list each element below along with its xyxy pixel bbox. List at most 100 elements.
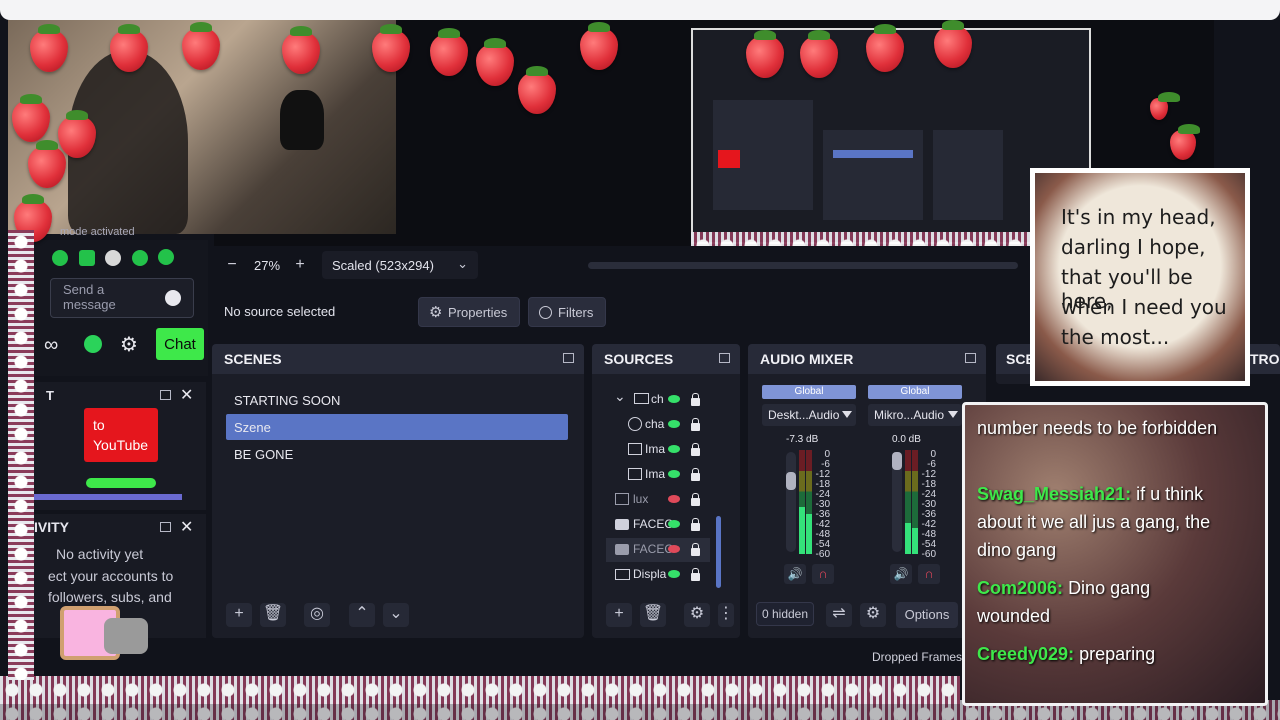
volume-slider[interactable] (892, 452, 902, 552)
scene-item[interactable]: STARTING SOON (226, 387, 568, 413)
lock-icon[interactable] (691, 543, 700, 556)
display-icon (615, 569, 630, 580)
global-badge-label: Global (900, 386, 930, 397)
emote-icon[interactable] (105, 250, 121, 266)
sources-scrollbar[interactable] (716, 516, 721, 588)
popout-icon[interactable] (719, 353, 730, 363)
globe-icon (628, 417, 642, 431)
source-label[interactable]: FACEC (633, 517, 673, 539)
dropdown-arrow-icon (842, 411, 852, 418)
volume-slider[interactable] (786, 452, 796, 552)
remove-scene-button[interactable]: 🗑 (260, 603, 286, 627)
activity-hint-line: ect your accounts to (48, 568, 174, 584)
source-label[interactable]: Ima (645, 467, 665, 489)
global-badge: Global (762, 385, 856, 399)
chat-input-placeholder: Send a message (63, 282, 116, 312)
zoom-in-button[interactable]: + (290, 254, 310, 276)
source-properties-button[interactable]: ⚙ (684, 603, 710, 627)
properties-button[interactable]: ⚙ Properties (418, 297, 520, 327)
visibility-icon[interactable] (668, 570, 680, 578)
emote-icon[interactable] (158, 249, 174, 265)
preview-scrollbar[interactable] (588, 262, 1018, 269)
lock-icon[interactable] (691, 393, 700, 406)
lock-icon[interactable] (691, 418, 700, 431)
lyric-line: when I need you (1061, 295, 1227, 319)
chat-message: Creedy029: preparing (977, 640, 1227, 668)
emote-icon[interactable] (52, 250, 68, 266)
scale-dropdown-value: Scaled (523x294) (332, 258, 434, 273)
nested-preview-selection (833, 150, 913, 158)
lock-icon[interactable] (691, 493, 700, 506)
lock-icon[interactable] (691, 568, 700, 581)
scene-item-selected[interactable]: Szene (226, 414, 568, 440)
kick-icon[interactable] (84, 335, 102, 353)
visibility-off-icon[interactable] (668, 545, 680, 553)
chevron-down-icon[interactable]: ⌄ (614, 388, 626, 405)
sources-header: SOURCES (592, 344, 740, 374)
speaker-icon[interactable]: 🔊 (784, 564, 806, 584)
visibility-off-icon[interactable] (668, 495, 680, 503)
visibility-icon[interactable] (668, 470, 680, 478)
device-label: Deskt...Audio (768, 408, 840, 422)
volume-handle[interactable] (786, 472, 796, 490)
horizontal-scrollbar[interactable] (32, 494, 182, 500)
emote-icon[interactable] (79, 250, 95, 266)
nyan-cat-head (104, 618, 148, 654)
source-label[interactable]: Ima (645, 442, 665, 464)
emote-icon[interactable] (132, 250, 148, 266)
move-up-button[interactable]: ⌃ (349, 603, 375, 627)
youtube-button[interactable]: to YouTube (84, 408, 158, 462)
volume-handle[interactable] (892, 452, 902, 470)
source-label[interactable]: lux (633, 492, 648, 514)
add-scene-button[interactable]: + (226, 603, 252, 627)
emoji-icon[interactable] (165, 290, 181, 306)
scene-item[interactable]: BE GONE (226, 441, 568, 467)
device-dropdown[interactable]: Mikro...Audio (868, 404, 962, 426)
headphones-icon[interactable]: ∩ (918, 564, 940, 584)
source-label[interactable]: ch (651, 392, 664, 414)
chat-button[interactable]: Chat (156, 328, 204, 360)
lock-icon[interactable] (691, 468, 700, 481)
audio-mixer-header: AUDIO MIXER (748, 344, 986, 374)
scale-dropdown[interactable]: Scaled (523x294) ⌄ (322, 251, 478, 279)
headphones-icon[interactable]: ∩ (812, 564, 834, 584)
lock-icon[interactable] (691, 518, 700, 531)
device-dropdown[interactable]: Deskt...Audio (762, 404, 856, 426)
global-badge-label: Global (794, 386, 824, 397)
close-icon[interactable]: ✕ (180, 517, 193, 537)
zoom-out-button[interactable]: − (222, 254, 242, 276)
more-icon[interactable]: ⋮ (718, 603, 734, 627)
scene-filter-button[interactable]: ◎ (304, 603, 330, 627)
camera-icon (615, 519, 629, 530)
popout-icon[interactable] (965, 353, 976, 363)
visibility-icon[interactable] (668, 420, 680, 428)
visibility-icon[interactable] (668, 520, 680, 528)
source-label[interactable]: Displa (633, 567, 666, 589)
mixer-sliders-icon[interactable]: ⇌ (826, 603, 852, 627)
gear-icon[interactable]: ⚙ (120, 332, 138, 357)
device-label: Mikro...Audio (874, 408, 945, 422)
source-label[interactable]: cha (645, 417, 664, 439)
visibility-icon[interactable] (668, 445, 680, 453)
add-source-button[interactable]: + (606, 603, 632, 627)
options-button[interactable]: Options (896, 602, 958, 628)
source-label[interactable]: FACEC (633, 542, 673, 564)
remove-source-button[interactable]: 🗑 (640, 603, 666, 627)
lock-icon[interactable] (691, 443, 700, 456)
options-label: Options (904, 607, 950, 622)
speaker-icon[interactable]: 🔊 (890, 564, 912, 584)
lyric-line: darling I hope, (1061, 235, 1206, 259)
activity-hint-line: followers, subs, and (48, 589, 172, 605)
mixer-settings-button[interactable]: ⚙ (860, 603, 886, 627)
chat-message-input[interactable]: Send a message (50, 278, 194, 318)
move-down-button[interactable]: ⌄ (383, 603, 409, 627)
filters-button[interactable]: Filters (528, 297, 606, 327)
close-icon[interactable]: ✕ (180, 385, 193, 405)
popout-icon[interactable] (160, 522, 171, 532)
popout-icon[interactable] (160, 390, 171, 400)
visibility-icon[interactable] (668, 395, 680, 403)
popout-icon[interactable] (563, 353, 574, 363)
image-icon (628, 443, 642, 455)
infinity-icon[interactable]: ∞ (44, 334, 58, 357)
hidden-count-button[interactable]: 0 hidden (756, 602, 814, 626)
